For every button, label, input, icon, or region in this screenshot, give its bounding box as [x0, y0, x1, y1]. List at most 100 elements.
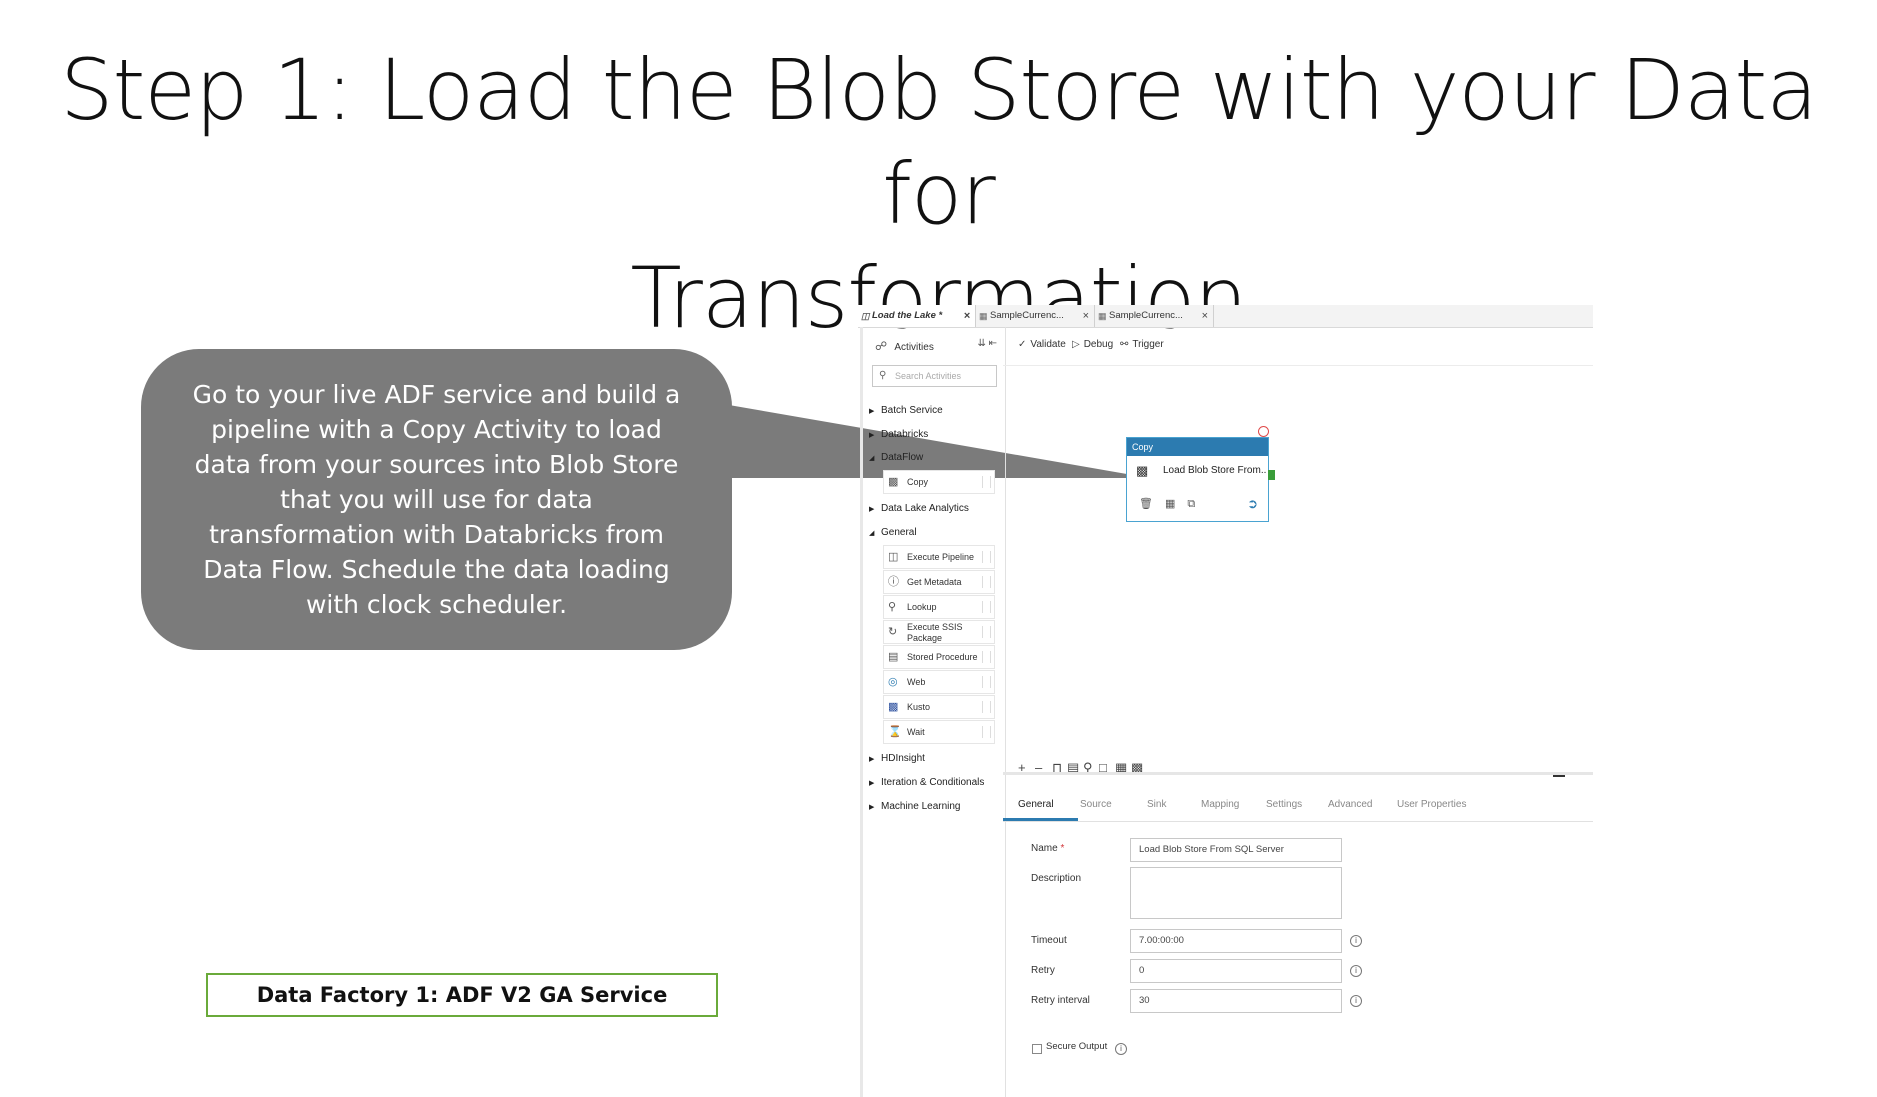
check-icon: ✓ [1018, 339, 1027, 350]
category-dataflow[interactable]: ◢ DataFlow [869, 452, 923, 463]
secure-output-label: Secure Output [1046, 1041, 1108, 1052]
retry-field[interactable]: 0 [1130, 959, 1342, 983]
caret-down-icon: ◢ [869, 455, 875, 462]
info-icon[interactable]: i [1350, 935, 1362, 947]
category-batch-service[interactable]: ▶ Batch Service [869, 405, 943, 416]
tab-advanced[interactable]: Advanced [1328, 799, 1372, 810]
caret-right-icon: ▶ [869, 506, 875, 513]
close-icon[interactable]: × [1083, 305, 1089, 327]
drag-handle[interactable] [982, 626, 991, 638]
drag-handle[interactable] [982, 551, 991, 563]
drag-handle[interactable] [982, 576, 991, 588]
activity-stored-procedure[interactable]: ▤ Stored Procedure [883, 645, 995, 669]
activity-copy[interactable]: ▩ Copy [883, 470, 995, 494]
error-indicator-icon [1258, 426, 1269, 437]
description-field[interactable] [1130, 867, 1342, 919]
activity-label-line-1: Execute SSIS [907, 622, 963, 632]
category-machine-learning[interactable]: ▶ Machine Learning [869, 801, 961, 812]
drag-handle[interactable] [982, 601, 991, 613]
callout-text: Go to your live ADF service and build a … [192, 380, 681, 619]
search-activities-input[interactable]: ⚲ Search Activities [872, 365, 997, 387]
caret-right-icon: ▶ [869, 756, 875, 763]
pipeline-icon: ◫ [861, 311, 870, 321]
tab-label: SampleCurrenc... [1109, 310, 1183, 321]
pipeline-toolbar: ✓ Validate ▷ Debug ⚯ Trigger [1003, 327, 1593, 366]
debug-button[interactable]: ▷ Debug [1072, 339, 1113, 350]
name-field[interactable]: Load Blob Store From SQL Server [1130, 838, 1342, 862]
tab-sample-currency-2[interactable]: ▦ SampleCurrenc... × [1095, 305, 1214, 327]
collapse-icon[interactable]: ⇊ ⇤ [977, 338, 997, 349]
info-icon: ⓘ [888, 576, 899, 588]
drag-handle[interactable] [982, 676, 991, 688]
service-label: Data Factory 1: ADF V2 GA Service [256, 983, 668, 1007]
activity-execute-pipeline[interactable]: ◫ Execute Pipeline [883, 545, 995, 569]
copy-activity-node[interactable]: Copy ▩ Load Blob Store From... 🗑 ▦ ⧉ ➲ [1126, 437, 1269, 522]
retry-interval-field[interactable]: 30 [1130, 989, 1342, 1013]
category-label: DataFlow [881, 452, 924, 463]
close-icon[interactable]: × [964, 305, 970, 327]
success-output-port[interactable] [1268, 470, 1275, 480]
tab-source[interactable]: Source [1080, 799, 1112, 810]
validate-button[interactable]: ✓ Validate [1018, 339, 1066, 350]
category-general[interactable]: ◢ General [869, 527, 917, 538]
category-label: Machine Learning [881, 801, 961, 812]
category-databricks[interactable]: ▶ Databricks [869, 429, 928, 440]
activities-header: ☍ Activities [875, 339, 934, 353]
retry-interval-label: Retry interval [1031, 995, 1090, 1006]
activities-label: Activities [894, 342, 934, 353]
trigger-label: Trigger [1132, 339, 1164, 350]
active-tab-indicator [1003, 818, 1078, 821]
info-icon[interactable]: i [1350, 965, 1362, 977]
search-placeholder: Search Activities [895, 371, 962, 381]
info-icon[interactable]: i [1115, 1043, 1127, 1055]
tab-mapping[interactable]: Mapping [1201, 799, 1239, 810]
tab-sink[interactable]: Sink [1147, 799, 1166, 810]
web-globe-icon: ◎ [888, 676, 898, 688]
description-label: Description [1031, 873, 1082, 884]
table-icon: ▦ [979, 311, 988, 321]
timeout-field[interactable]: 7.00:00:00 [1130, 929, 1342, 953]
drag-handle[interactable] [982, 476, 991, 488]
activity-kusto[interactable]: ▩ Kusto [883, 695, 995, 719]
add-output-icon[interactable]: ➲ [1247, 496, 1258, 512]
activity-label: Get Metadata [907, 577, 962, 587]
tab-sample-currency-1[interactable]: ▦ SampleCurrenc... × [976, 305, 1095, 327]
category-label: Batch Service [881, 405, 943, 416]
code-icon[interactable]: ▦ [1165, 498, 1175, 510]
minimize-icon[interactable] [1553, 775, 1565, 777]
activity-label: Stored Procedure [907, 652, 978, 662]
category-label: HDInsight [881, 753, 925, 764]
info-icon[interactable]: i [1350, 995, 1362, 1007]
tab-settings[interactable]: Settings [1266, 799, 1302, 810]
timeout-label: Timeout [1031, 935, 1067, 946]
activity-lookup[interactable]: ⚲ Lookup [883, 595, 995, 619]
tab-load-the-lake[interactable]: ◫ Load the Lake * × [858, 305, 976, 327]
category-iteration-conditionals[interactable]: ▶ Iteration & Conditionals [869, 777, 984, 788]
secure-output-checkbox[interactable] [1032, 1044, 1042, 1054]
activity-label: Execute Pipeline [907, 552, 975, 562]
drag-handle[interactable] [982, 651, 991, 663]
trigger-icon: ⚯ [1120, 339, 1129, 350]
tab-general[interactable]: General [1018, 799, 1054, 810]
ssis-icon: ↻ [888, 626, 898, 638]
close-icon[interactable]: × [1202, 305, 1208, 327]
activity-label: Lookup [907, 602, 937, 612]
activity-web[interactable]: ◎ Web [883, 670, 995, 694]
name-label-text: Name [1031, 843, 1058, 854]
activity-get-metadata[interactable]: ⓘ Get Metadata [883, 570, 995, 594]
trigger-button[interactable]: ⚯ Trigger [1120, 339, 1164, 350]
caret-right-icon: ▶ [869, 432, 875, 439]
delete-icon[interactable]: 🗑 [1139, 498, 1153, 510]
drag-handle[interactable] [982, 726, 991, 738]
activity-execute-ssis-package[interactable]: ↻ Execute SSIS Package [883, 620, 995, 644]
drag-handle[interactable] [982, 701, 991, 713]
category-hdinsight[interactable]: ▶ HDInsight [869, 753, 925, 764]
activity-wait[interactable]: ⌛ Wait [883, 720, 995, 744]
category-data-lake-analytics[interactable]: ▶ Data Lake Analytics [869, 503, 969, 514]
tab-user-properties[interactable]: User Properties [1397, 799, 1466, 810]
panel-splitter[interactable] [1003, 772, 1593, 775]
canvas-tools: + – ⊓ ▤ ⚲ □ ▦ ▩ [1003, 750, 1593, 788]
clone-icon[interactable]: ⧉ [1187, 498, 1195, 510]
node-type-header: Copy [1127, 438, 1268, 456]
stored-procedure-icon: ▤ [888, 651, 899, 663]
